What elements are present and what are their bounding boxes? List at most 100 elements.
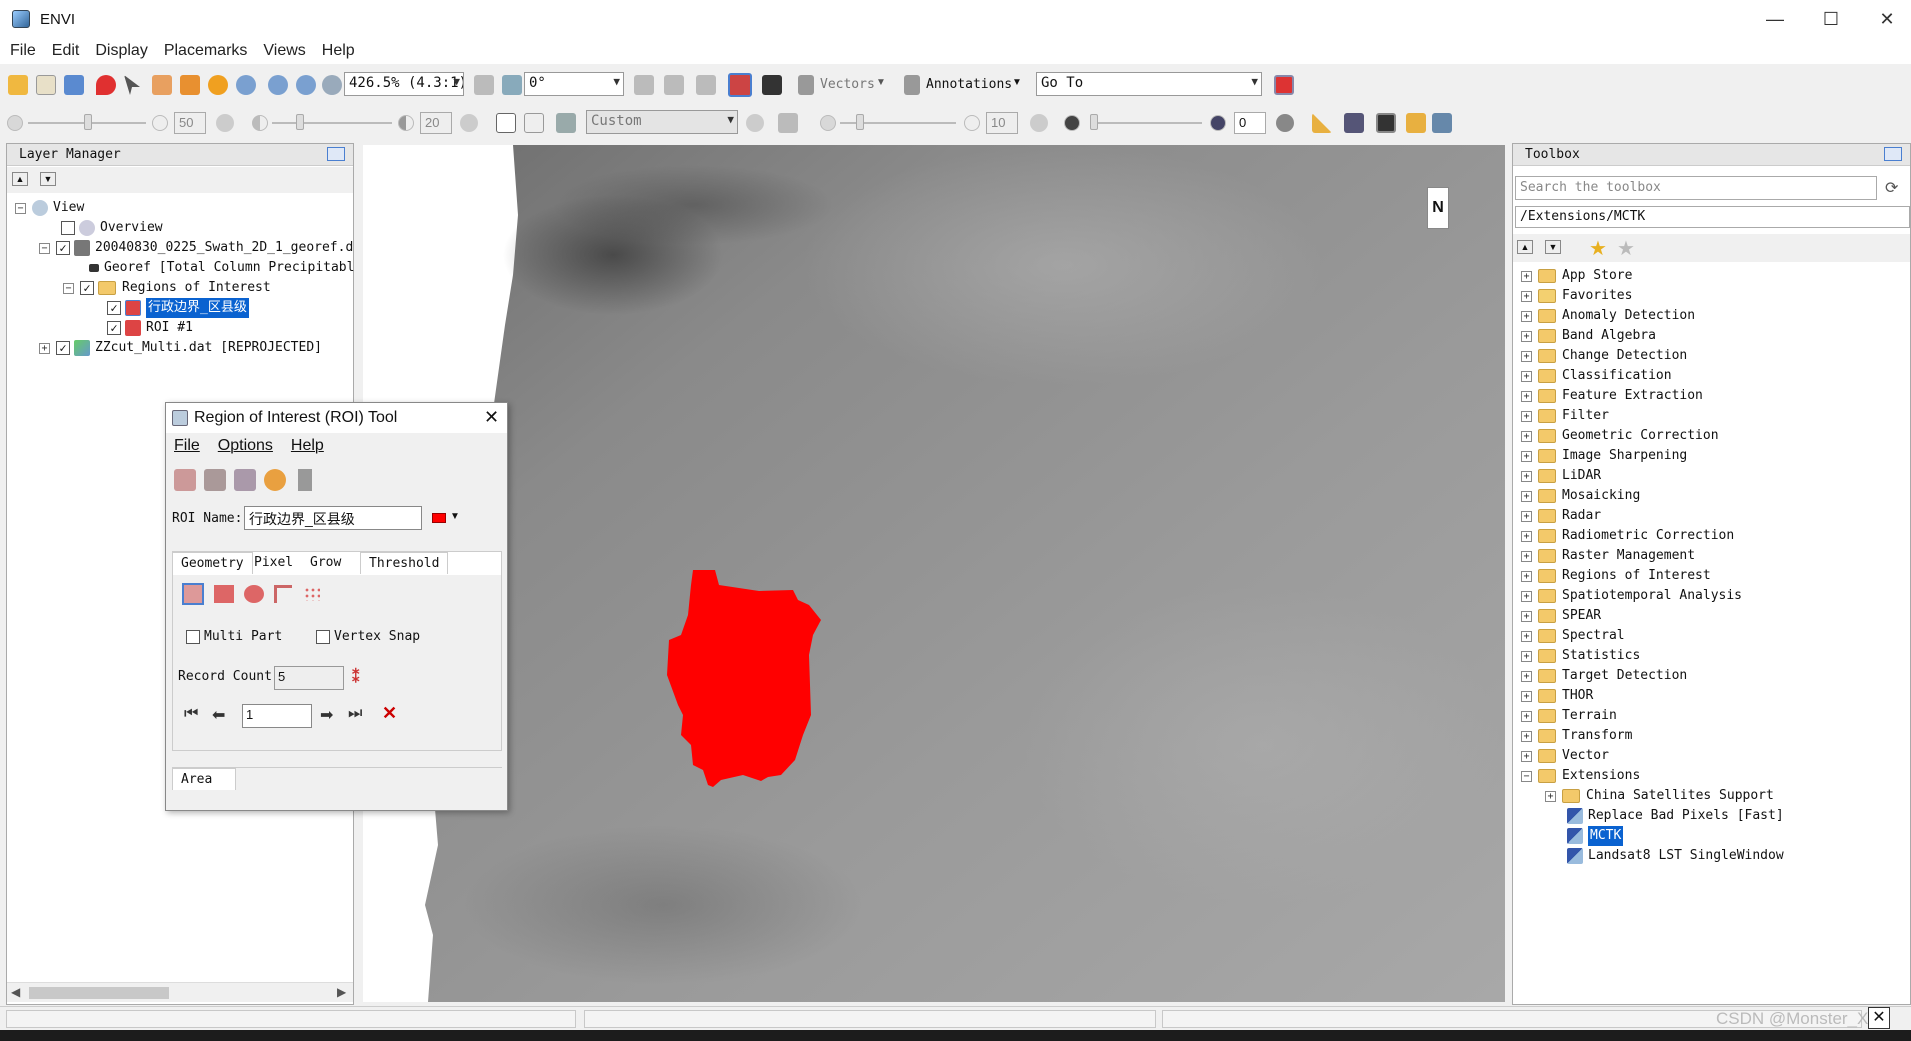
pan-hand-icon[interactable] [152, 75, 172, 95]
toolbox-item[interactable]: + Vector [1521, 746, 1609, 766]
expand-icon[interactable]: + [1521, 390, 1532, 402]
expand-icon[interactable]: + [1521, 750, 1532, 762]
vectors-label[interactable]: Vectors [820, 77, 875, 92]
toolbox-extension-item[interactable]: MCTK [1567, 826, 1624, 846]
tab-pixel[interactable]: Pixel [246, 552, 301, 574]
expand-icon[interactable]: + [1521, 470, 1532, 482]
vertex-snap-checkbox[interactable] [316, 630, 330, 644]
expand-icon[interactable]: + [1521, 450, 1532, 462]
zoom-in-icon[interactable] [268, 75, 288, 95]
chip-view-icon[interactable] [1344, 113, 1364, 133]
toolbox-item[interactable]: + Radiometric Correction [1521, 526, 1734, 546]
collapse-icon[interactable]: − [1521, 770, 1532, 782]
polygon-tool-icon[interactable] [182, 583, 204, 605]
menu-placemarks[interactable]: Placemarks [164, 42, 248, 60]
chevron-right-icon[interactable]: ▶ [337, 985, 346, 999]
expand-icon[interactable]: + [1521, 290, 1532, 302]
toolbox-item[interactable]: + Transform [1521, 726, 1632, 746]
menu-file[interactable]: File [10, 42, 36, 60]
expand-icon[interactable]: + [1521, 330, 1532, 342]
menu-display[interactable]: Display [95, 42, 147, 60]
annotations-label[interactable]: Annotations [926, 77, 1012, 92]
expand-icon[interactable]: + [1521, 650, 1532, 662]
expand-icon[interactable]: + [1521, 530, 1532, 542]
tab-grow[interactable]: Grow [302, 552, 349, 574]
toolbox-item[interactable]: − Extensions [1521, 766, 1640, 786]
brightness-slider[interactable] [84, 114, 92, 130]
contrast-slider[interactable] [296, 114, 304, 130]
menu-edit[interactable]: Edit [52, 42, 80, 60]
rectangle-tool-icon[interactable] [214, 585, 234, 603]
roi-color-swatch[interactable] [432, 513, 446, 523]
delete-records-icon[interactable]: ⁑ [352, 668, 360, 686]
vectors-icon[interactable] [798, 75, 814, 95]
transparency-slider[interactable] [1090, 114, 1098, 130]
tree-item-overview[interactable]: Overview [61, 218, 163, 238]
reset-sharpen-icon[interactable] [1030, 114, 1048, 132]
tree-item-view[interactable]: − View [15, 198, 84, 218]
annotations-icon[interactable] [904, 75, 920, 95]
tree-item-regions-of-interest[interactable]: − ✓ Regions of Interest [63, 278, 271, 298]
roi-tool-icon[interactable] [728, 73, 752, 97]
zoom-out-icon[interactable] [296, 75, 316, 95]
tree-item-roi-1[interactable]: ✓ ROI #1 [107, 318, 193, 338]
status-close-icon[interactable]: ✕ [1868, 1007, 1890, 1029]
toolbox-item[interactable]: + Spatiotemporal Analysis [1521, 586, 1742, 606]
delete-record-icon[interactable]: ✕ [382, 703, 397, 724]
roi-name-input[interactable]: 行政边界_区县级 [244, 506, 422, 530]
contrast-value[interactable]: 20 [420, 112, 452, 134]
chevron-down-icon[interactable]: ▼ [1012, 77, 1022, 88]
toolbox-search-input[interactable]: Search the toolbox [1515, 176, 1877, 200]
flicker-icon[interactable] [634, 75, 654, 95]
expand-icon[interactable]: + [1521, 270, 1532, 282]
refresh-stretch-icon[interactable] [746, 114, 764, 132]
roi-menu-options[interactable]: Options [218, 437, 273, 455]
toolbox-item[interactable]: + Anomaly Detection [1521, 306, 1695, 326]
roi-menu-file[interactable]: File [174, 437, 200, 455]
expand-icon[interactable]: + [1521, 570, 1532, 582]
raster-display[interactable] [363, 145, 1505, 1002]
tab-area[interactable]: Area [172, 768, 236, 790]
horizontal-scrollbar[interactable]: ◀ ▶ [7, 982, 353, 1002]
vector-create-icon[interactable] [762, 75, 782, 95]
expand-icon[interactable]: + [1521, 590, 1532, 602]
portal-view-icon[interactable] [1376, 113, 1396, 133]
roi-stats-icon[interactable] [298, 469, 312, 491]
fly-icon[interactable] [180, 75, 200, 95]
tree-item-raster-layer[interactable]: − ✓ 20040830_0225_Swath_2D_1_georef.d [39, 238, 353, 258]
stretch-full-icon[interactable] [524, 113, 544, 133]
toolbox-item[interactable]: + Feature Extraction [1521, 386, 1703, 406]
tab-geometry[interactable]: Geometry [172, 552, 253, 574]
chevron-up-icon[interactable]: ▲ [12, 172, 28, 186]
select-arrow-icon[interactable] [124, 75, 140, 95]
measure-icon[interactable] [1312, 113, 1332, 133]
roi-dialog-close-icon[interactable]: ✕ [484, 407, 499, 428]
toolbox-item[interactable]: + Raster Management [1521, 546, 1695, 566]
close-button[interactable]: ✕ [1864, 0, 1910, 38]
minimize-button[interactable]: — [1752, 0, 1798, 38]
dock-icon[interactable] [327, 147, 345, 161]
menu-views[interactable]: Views [263, 42, 305, 60]
overview-checkbox[interactable] [61, 221, 75, 235]
stretch-settings-icon[interactable] [556, 113, 576, 133]
expand-icon[interactable]: + [1521, 550, 1532, 562]
toolbox-item[interactable]: + Classification [1521, 366, 1672, 386]
delete-all-roi-icon[interactable] [234, 469, 256, 491]
toolbox-item[interactable]: + Spectral [1521, 626, 1625, 646]
sharpen-slider[interactable] [856, 114, 864, 130]
toolbox-item[interactable]: + Image Sharpening [1521, 446, 1687, 466]
rotate-icon[interactable] [208, 75, 228, 95]
toolbox-item[interactable]: + Change Detection [1521, 346, 1687, 366]
placemark-icon[interactable] [96, 75, 116, 95]
chevron-up-icon[interactable]: ▲ [1517, 240, 1533, 254]
toolbox-item[interactable]: + Target Detection [1521, 666, 1687, 686]
toolbox-item[interactable]: + THOR [1521, 686, 1593, 706]
expand-icon[interactable]: + [1521, 410, 1532, 422]
tree-item-georef[interactable]: Georef [Total Column Precipitabl [85, 258, 354, 278]
rotate-left-icon[interactable] [474, 75, 494, 95]
tab-threshold[interactable]: Threshold [360, 552, 449, 574]
toolbox-item[interactable]: + Favorites [1521, 286, 1632, 306]
transparency-value[interactable]: 0 [1234, 112, 1266, 134]
toolbox-item[interactable]: + App Store [1521, 266, 1632, 286]
chevron-down-icon[interactable]: ▼ [40, 172, 56, 186]
